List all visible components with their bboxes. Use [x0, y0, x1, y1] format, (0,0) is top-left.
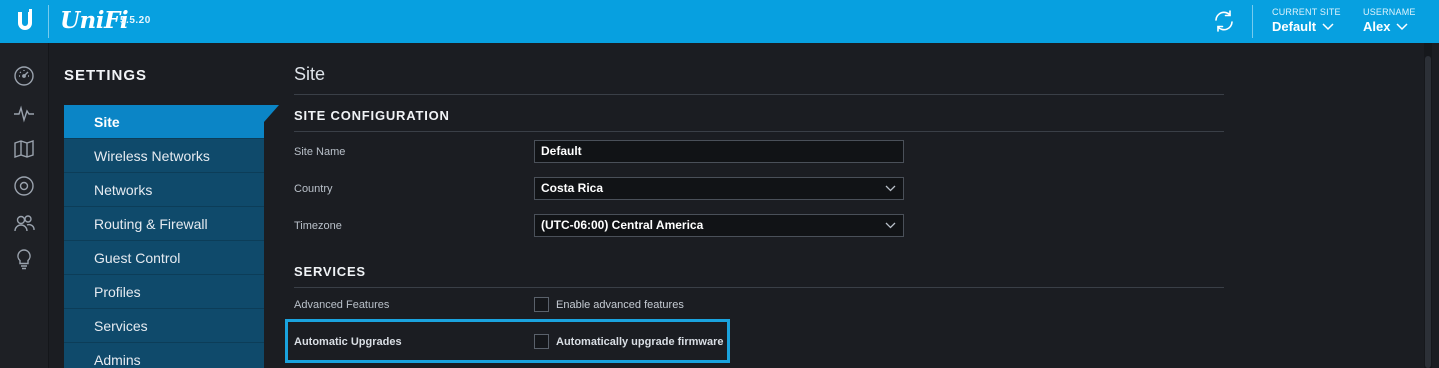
sidebar-item-services[interactable]: Services	[64, 309, 264, 343]
current-site-selector[interactable]: CURRENT SITE Default	[1272, 7, 1341, 34]
advanced-features-checkbox[interactable]	[534, 297, 549, 312]
timezone-label: Timezone	[294, 220, 342, 232]
user-menu[interactable]: USERNAME Alex	[1363, 7, 1416, 34]
icon-rail	[0, 43, 49, 368]
sidebar-item-profiles[interactable]: Profiles	[64, 275, 264, 309]
divider	[294, 131, 1224, 132]
section-title-site-configuration: SITE CONFIGURATION	[294, 108, 450, 123]
username-label: USERNAME	[1363, 7, 1416, 17]
advanced-features-label: Advanced Features	[294, 299, 390, 311]
chevron-down-icon	[1322, 22, 1334, 30]
highlight-box	[285, 319, 730, 363]
ubiquiti-logo-icon[interactable]	[10, 6, 40, 36]
timezone-select[interactable]: (UTC-06:00) Central America	[534, 214, 904, 237]
devices-icon[interactable]	[13, 175, 35, 197]
country-value: Costa Rica	[541, 181, 604, 195]
divider	[294, 287, 1224, 288]
section-title-services: SERVICES	[294, 264, 366, 279]
chevron-down-icon	[885, 185, 896, 192]
scrollbar-thumb[interactable]	[1425, 56, 1431, 368]
page-title: Site	[294, 64, 326, 84]
country-label: Country	[294, 183, 333, 195]
settings-nav: Site Wireless Networks Networks Routing …	[64, 105, 264, 368]
map-icon[interactable]	[13, 138, 35, 160]
refresh-icon[interactable]	[1211, 8, 1237, 34]
sidebar-item-networks[interactable]: Networks	[64, 173, 264, 207]
dashboard-icon[interactable]	[13, 65, 35, 87]
sidebar-item-site[interactable]: Site	[64, 105, 264, 139]
topbar-divider	[48, 5, 49, 38]
country-select[interactable]: Costa Rica	[534, 177, 904, 200]
settings-title: SETTINGS	[64, 67, 148, 84]
username-value: Alex	[1363, 19, 1391, 34]
sidebar-item-admins[interactable]: Admins	[64, 343, 264, 368]
chevron-down-icon	[1396, 22, 1408, 30]
chevron-down-icon	[885, 222, 896, 229]
site-name-label: Site Name	[294, 146, 346, 158]
brand-name: UniFi	[60, 7, 129, 34]
timezone-value: (UTC-06:00) Central America	[541, 218, 704, 232]
sidebar-item-guest-control[interactable]: Guest Control	[64, 241, 264, 275]
site-name-input[interactable]: Default	[534, 140, 904, 163]
divider	[294, 94, 1224, 95]
top-bar: UniFi 5.5.20 CURRENT SITE Default USERNA…	[0, 0, 1439, 43]
current-site-value: Default	[1272, 19, 1317, 34]
clients-icon[interactable]	[13, 212, 35, 234]
current-site-label: CURRENT SITE	[1272, 7, 1341, 17]
active-item-notch	[264, 105, 279, 122]
insights-icon[interactable]	[13, 248, 35, 270]
advanced-features-checkbox-label[interactable]: Enable advanced features	[556, 299, 684, 311]
sidebar-item-wireless-networks[interactable]: Wireless Networks	[64, 139, 264, 173]
sidebar-item-routing-firewall[interactable]: Routing & Firewall	[64, 207, 264, 241]
version-label: 5.5.20	[120, 15, 151, 26]
topbar-divider	[1252, 5, 1253, 38]
statistics-icon[interactable]	[13, 102, 35, 124]
